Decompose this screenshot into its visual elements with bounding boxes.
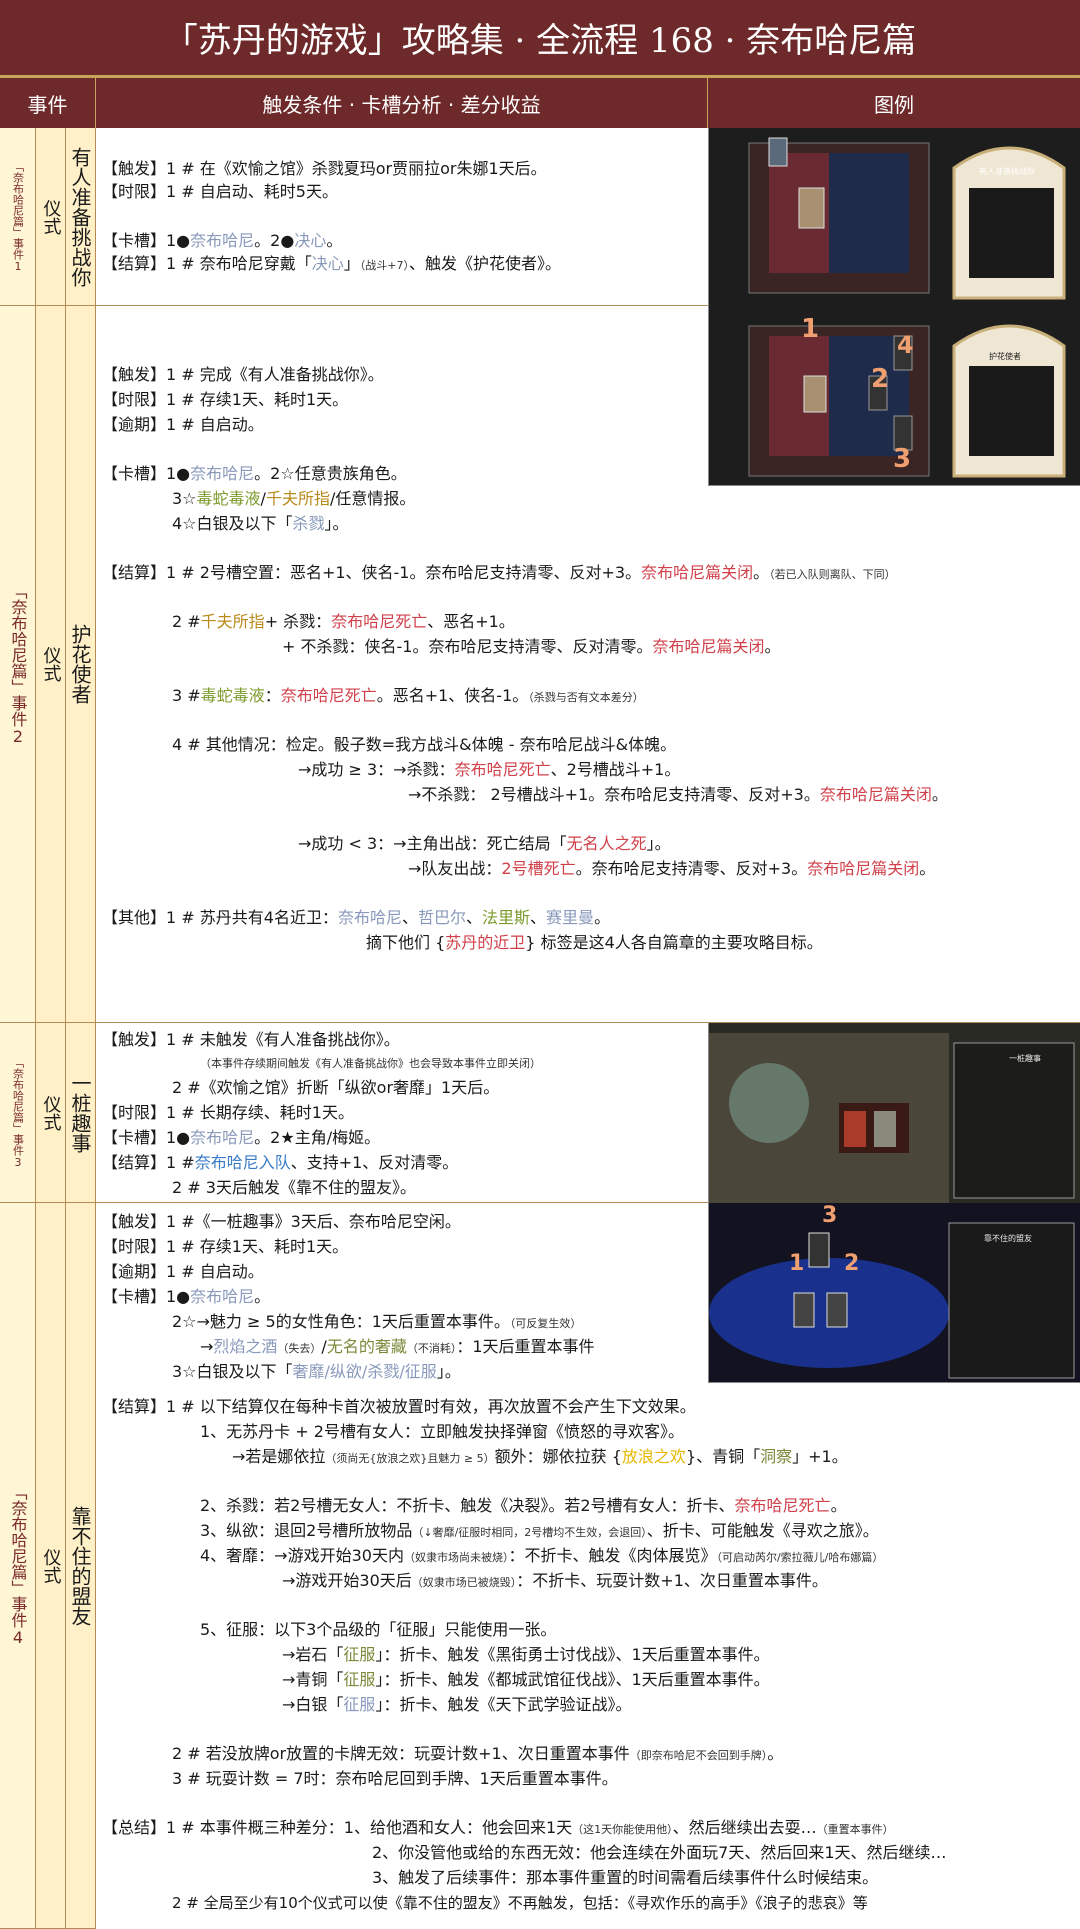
event2-limit: 【时限】1 # 存续1天、耗时1天。 xyxy=(102,390,349,409)
event3-slots: 【卡槽】1●奈布哈尼。2★主角/梅姬。 xyxy=(102,1128,381,1147)
illustration-4: 1 2 3 靠不住的盟友 xyxy=(708,1203,1080,1383)
event1-group: 「奈布哈尼篇」事件1 xyxy=(0,128,36,306)
event4-slot1: 【卡槽】1●奈布哈尼。 xyxy=(102,1287,271,1306)
event2-fail-ally: →队友出战：2号槽死亡。奈布哈尼支持清零、反对+3。奈布哈尼篇关闭。 xyxy=(408,859,936,878)
event2-name: 护花使者 xyxy=(66,306,96,1023)
marker-1: 1 xyxy=(801,314,820,344)
event4-slot3: 3☆白银及以下「奢靡/纵欲/杀戮/征服」。 xyxy=(172,1362,461,1381)
event4-r4b: →游戏开始30天后（奴隶市场已被烧毁）：不折卡、玩耍计数+1、次日重置本事件。 xyxy=(282,1571,828,1590)
event2-group: 「奈布哈尼篇」事件2 xyxy=(0,306,36,1023)
event4-r5: 5、征服：以下3个品级的「征服」只能使用一张。 xyxy=(200,1620,557,1639)
marker-3: 3 xyxy=(822,1203,838,1228)
event3-trigger: 【触发】1 # 未触发《有人准备挑战你》。 xyxy=(102,1030,400,1049)
event4-r1: 1、无苏丹卡 + 2号槽有女人：立即触发抉择弹窗《愤怒的寻欢客》。 xyxy=(200,1422,684,1441)
event2-other: 【其他】1 # 苏丹共有4名近卫：奈布哈尼、哲巴尔、法里斯、赛里曼。 xyxy=(102,908,611,927)
event1-slots: 【卡槽】1●奈布哈尼。2●决心。 xyxy=(102,231,343,250)
event2-success-kill: →成功 ≥ 3：→杀戮：奈布哈尼死亡、2号槽战斗+1。 xyxy=(298,760,681,779)
event4-r2: 2、杀戮：若2号槽无女人：不折卡、触发《决裂》。若2号槽有女人：折卡、奈布哈尼死… xyxy=(200,1496,847,1515)
event3-note: （本事件存续期间触发《有人准备挑战你》也会导致本事件立即关闭） xyxy=(200,1057,541,1070)
event4-summary2: 2、你没管他或给的东西无效：他会连续在外面玩7天、然后回来1天、然后继续… xyxy=(372,1843,947,1862)
event3-trigger2: 2 #《欢愉之馆》折断「纵欲or奢靡」1天后。 xyxy=(172,1078,500,1097)
event3-result: 【结算】1 #奈布哈尼入队、支持+1、反对清零。 xyxy=(102,1153,459,1172)
event2-slot1: 【卡槽】1●奈布哈尼。2☆任意贵族角色。 xyxy=(102,464,407,483)
event3-result2: 2 # 3天后触发《靠不住的盟友》。 xyxy=(172,1178,416,1197)
event4-slot2b: →烈焰之酒（失去）/无名的奢藏（不消耗）：1天后重置本事件 xyxy=(200,1337,595,1356)
event4-overdue: 【逾期】1 # 自启动。 xyxy=(102,1262,264,1281)
illustration-4-caption: 靠不住的盟友 xyxy=(984,1234,1032,1243)
illustration-3-caption: 一桩趣事 xyxy=(1009,1054,1041,1063)
event3-body: 【触发】1 # 未触发《有人准备挑战你》。 （本事件存续期间触发《有人准备挑战你… xyxy=(96,1023,708,1203)
event1-trigger: 【触发】1 # 在《欢愉之馆》杀戮夏玛or贾丽拉or朱娜1天后。 xyxy=(102,159,547,178)
event2-type: 仪式 xyxy=(36,306,66,1023)
illustration-3: 一桩趣事 xyxy=(708,1023,1080,1203)
illustration-1: 有人准备挑战你 xyxy=(708,128,1080,306)
event1-type: 仪式 xyxy=(36,128,66,306)
event4-slot2: 2☆→魅力 ≥ 5的女性角色：1天后重置本事件。（可反复生效） xyxy=(172,1312,582,1331)
marker-1: 1 xyxy=(789,1251,805,1276)
event2-other2: 摘下他们 {苏丹的近卫} 标签是这4人各自篇章的主要攻略目标。 xyxy=(366,933,823,952)
event4-result: 【结算】1 # 以下结算仅在每种卡首次被放置时有效，再次放置不会产生下文效果。 xyxy=(102,1397,696,1416)
event2-result4: 4 # 其他情况：检定。骰子数=我方战斗&体魄 - 奈布哈尼战斗&体魄。 xyxy=(172,735,677,754)
event2-slot4: 4☆白银及以下「杀戮」。 xyxy=(172,514,349,533)
event3-limit: 【时限】1 # 长期存续、耗时1天。 xyxy=(102,1103,354,1122)
event2-trigger: 【触发】1 # 完成《有人准备挑战你》。 xyxy=(102,365,384,384)
marker-2: 2 xyxy=(844,1251,860,1276)
event3-name: 一桩趣事 xyxy=(66,1023,96,1203)
illustration-1-caption: 有人准备挑战你 xyxy=(979,167,1035,176)
event4-r3: 3、纵欲：退回2号槽所放物品（↓奢靡/征服时相同，2号槽均不生效，会退回）、折卡… xyxy=(200,1521,879,1540)
page: 「苏丹的游戏」攻略集 · 全流程 168 · 奈布哈尼篇 事件 触发条件 · 卡… xyxy=(0,0,1080,1929)
event3-type: 仪式 xyxy=(36,1023,66,1203)
event4-r5c: →白银「征服」：折卡、触发《天下武学验证战》。 xyxy=(282,1695,632,1714)
header-image: 图例 xyxy=(708,78,1080,128)
illustration-1-art xyxy=(748,137,1066,300)
event1-name: 有人准备挑战你 xyxy=(66,128,96,306)
event4-summary4: 2 # 全局至少有10个仪式可以使《靠不住的盟友》不再触发，包括：《寻欢作乐的高… xyxy=(172,1894,868,1912)
illustration-2: 1 2 3 4 护花使者 xyxy=(708,306,1080,486)
event4-type: 仪式 xyxy=(36,1203,66,1929)
page-title: 「苏丹的游戏」攻略集 · 全流程 168 · 奈布哈尼篇 xyxy=(0,0,1080,78)
event4-name: 靠不住的盟友 xyxy=(66,1203,96,1929)
header-conditions: 触发条件 · 卡槽分析 · 差分收益 xyxy=(96,78,708,128)
event1-body: 【触发】1 # 在《欢愉之馆》杀戮夏玛or贾丽拉or朱娜1天后。 【时限】1 #… xyxy=(96,128,708,306)
event1-limit: 【时限】1 # 自启动、耗时5天。 xyxy=(102,182,338,201)
event2-overdue: 【逾期】1 # 自启动。 xyxy=(102,415,264,434)
illustration-3-art xyxy=(709,1033,1075,1203)
event4-r1b: →若是娜依拉（须尚无{放浪之欢}且魅力 ≥ 5）额外：娜依拉获 {放浪之欢}、青… xyxy=(232,1447,848,1466)
event2-result3: 3 #毒蛇毒液：奈布哈尼死亡。恶名+1、侠名-1。（杀戮与否有文本差分） xyxy=(172,686,644,705)
event4-summary3: 3、触发了后续事件：那本事件重置的时间需看后续事件什么时候结束。 xyxy=(372,1868,879,1887)
event2-fail-hero: →成功 < 3：→主角出战：死亡结局「无名人之死」。 xyxy=(298,834,671,853)
header-event: 事件 xyxy=(0,78,96,128)
marker-4: 4 xyxy=(897,331,914,359)
event2-result1: 【结算】1 # 2号槽空置：恶名+1、侠名-1。奈布哈尼支持清零、反对+3。奈布… xyxy=(102,563,896,582)
event4-r5b: →青铜「征服」：折卡、触发《都城武馆征伐战》、1天后重置本事件。 xyxy=(282,1670,770,1689)
illustration-4-art xyxy=(709,1222,1075,1379)
event4-r5a: →岩石「征服」：折卡、触发《黑街勇士讨伐战》、1天后重置本事件。 xyxy=(282,1645,770,1664)
event4-r6: 2 # 若没放牌or放置的卡牌无效：玩耍计数+1、次日重置本事件（即奈布哈尼不会… xyxy=(172,1744,784,1763)
event2-result2b: + 不杀戮：侠名-1。奈布哈尼支持清零、反对清零。奈布哈尼篇关闭。 xyxy=(282,637,781,656)
event4-r7: 3 # 玩耍计数 = 7时：奈布哈尼回到手牌、1天后重置本事件。 xyxy=(172,1769,618,1788)
marker-2: 2 xyxy=(871,364,890,394)
event4-summary1: 【总结】1 # 本事件概三种差分：1、给他酒和女人：他会回来1天（这1天你能使用… xyxy=(102,1818,894,1837)
marker-3: 3 xyxy=(893,444,912,474)
event4-limit: 【时限】1 # 存续1天、耗时1天。 xyxy=(102,1237,349,1256)
event3-group: 「奈布哈尼篇」事件3 xyxy=(0,1023,36,1203)
event1-result: 【结算】1 # 奈布哈尼穿戴「决心」（战斗+7）、触发《护花使者》。 xyxy=(102,254,562,273)
event4-trigger: 【触发】1 #《一桩趣事》3天后、奈布哈尼空闲。 xyxy=(102,1212,461,1231)
event4-group: 「奈布哈尼篇」事件4 xyxy=(0,1203,36,1929)
event2-result2: 2 #千夫所指+ 杀戮：奈布哈尼死亡、恶名+1。 xyxy=(172,612,515,631)
event2-slot3: 3☆毒蛇毒液/千夫所指/任意情报。 xyxy=(172,489,416,508)
event2-success-nokill: →不杀戮： 2号槽战斗+1。奈布哈尼支持清零、反对+3。奈布哈尼篇关闭。 xyxy=(408,785,948,804)
event4-r4: 4、奢靡：→游戏开始30天内（奴隶市场尚未被烧）：不折卡、触发《肉体展览》（可启… xyxy=(200,1546,884,1565)
illustration-2-caption: 护花使者 xyxy=(989,352,1021,361)
